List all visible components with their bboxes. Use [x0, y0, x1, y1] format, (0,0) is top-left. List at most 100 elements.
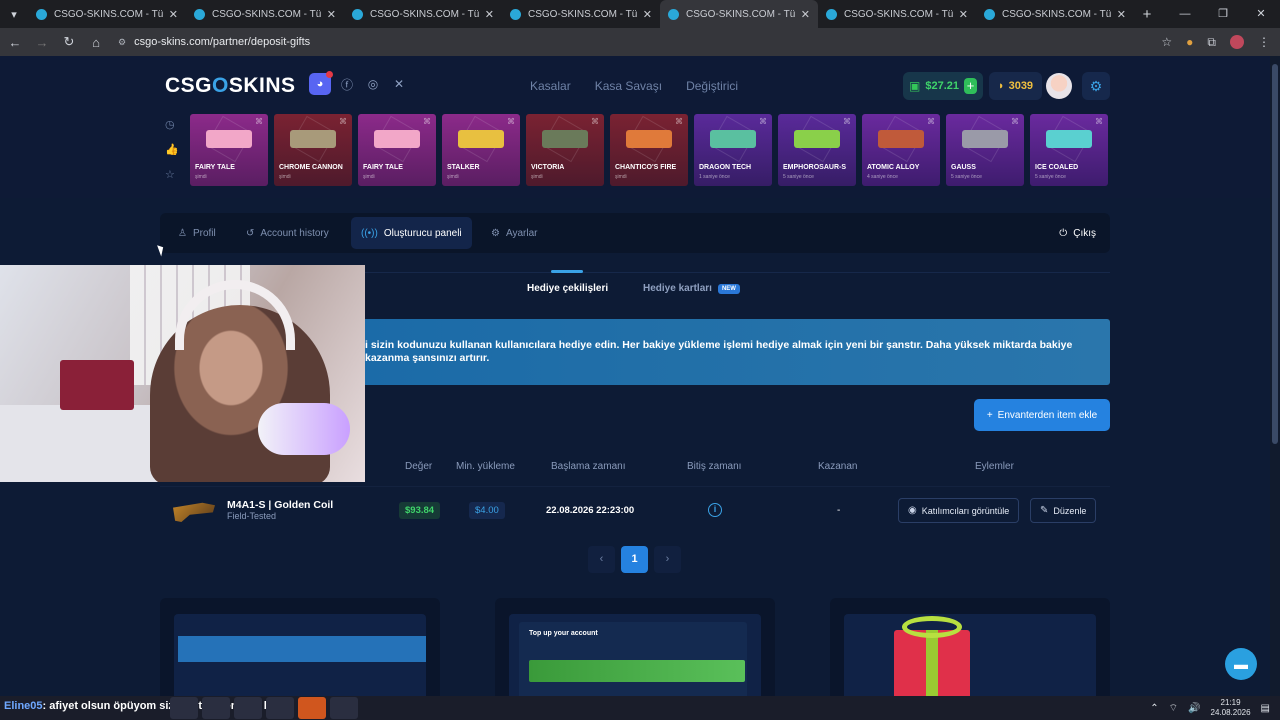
forward-icon[interactable]: →	[30, 35, 54, 50]
column-header-value: Değer	[405, 461, 433, 472]
tab-account-history[interactable]: ↺ Account history	[236, 217, 339, 249]
browser-tab[interactable]: CSGO-SKINS.COM - Türkiye'nin ✕	[660, 0, 818, 28]
scrollbar-thumb[interactable]	[1272, 64, 1278, 444]
taskbar-app[interactable]	[202, 697, 230, 719]
drop-time: şimdi	[615, 174, 627, 180]
instagram-icon[interactable]: ◎	[363, 74, 383, 94]
tab-search-icon[interactable]: ▾	[0, 0, 28, 28]
url-field[interactable]: ⚙ csgo-skins.com/partner/deposit-gifts	[118, 36, 310, 48]
taskbar-app[interactable]	[234, 697, 262, 719]
tab-profile[interactable]: ♙ Profil	[168, 217, 226, 249]
close-tab-icon[interactable]: ✕	[959, 8, 968, 21]
taskbar-app[interactable]	[170, 697, 198, 719]
browser-tab[interactable]: CSGO-SKINS.COM - Türkiye'nin ✕	[186, 0, 344, 28]
taskbar-clock[interactable]: 21:19 24.08.2026	[1211, 698, 1251, 718]
broadcast-icon: ((•))	[361, 227, 378, 239]
live-drop-card[interactable]: ⌘ STALKER şimdi	[442, 114, 520, 186]
column-header-start-time: Başlama zamanı	[551, 461, 626, 472]
browser-tab[interactable]: CSGO-SKINS.COM - Türkiye'nin ✕	[818, 0, 976, 28]
taskbar-app[interactable]	[298, 697, 326, 719]
page-scrollbar[interactable]	[1270, 56, 1280, 696]
tab-settings-label: Ayarlar	[505, 227, 538, 239]
close-tab-icon[interactable]: ✕	[327, 8, 336, 21]
settings-gear-button[interactable]: ⚙	[1082, 72, 1110, 100]
info-banner: i sizin kodunuzu kullanan kullanıcılara …	[320, 319, 1110, 385]
next-page-button[interactable]: ›	[654, 546, 681, 573]
back-icon[interactable]: ←	[3, 35, 27, 50]
network-icon[interactable]: ⌔	[1169, 702, 1178, 715]
restore-icon[interactable]: ❐	[1204, 0, 1242, 28]
live-drop-card[interactable]: ⌘ EMPHOROSAUR-S 5 saniye önce	[778, 114, 856, 186]
support-chat-button[interactable]: ▬	[1225, 648, 1257, 680]
live-drop-card[interactable]: ⌘ VICTORIA şimdi	[526, 114, 604, 186]
logout-button[interactable]: ⏻ Çıkış	[1049, 217, 1106, 249]
user-avatar[interactable]	[1046, 73, 1072, 99]
tray-chevron-icon[interactable]: ⌃	[1150, 703, 1158, 714]
edit-button[interactable]: ✎ Düzenle	[1030, 498, 1097, 523]
live-drop-card[interactable]: ⌘ CHROME CANNON şimdi	[274, 114, 352, 186]
live-drop-card[interactable]: ⌘ ICE COALED 5 saniye önce	[1030, 114, 1108, 186]
taskbar-app[interactable]	[266, 697, 294, 719]
site-info-icon[interactable]: ⚙	[118, 37, 126, 48]
live-drop-card[interactable]: ⌘ FAIRY TALE şimdi	[190, 114, 268, 186]
thumbs-up-icon[interactable]: 👍	[165, 143, 179, 156]
browser-profile-avatar[interactable]	[1230, 35, 1244, 49]
close-tab-icon[interactable]: ✕	[485, 8, 494, 21]
social-links: ◕ ⓕ ◎ ✕	[309, 71, 409, 95]
end-time-info-icon[interactable]: i	[708, 503, 722, 517]
star-icon[interactable]: ☆	[165, 168, 179, 181]
taskbar-app[interactable]	[330, 697, 358, 719]
nav-cases[interactable]: Kasalar	[530, 79, 571, 93]
browser-tab[interactable]: CSGO-SKINS.COM - Türkiye'nin ✕	[976, 0, 1134, 28]
live-drop-card[interactable]: ⌘ GAUSS 5 saniye önce	[946, 114, 1024, 186]
add-funds-button[interactable]: +	[964, 78, 977, 94]
drop-time: şimdi	[363, 174, 375, 180]
nav-case-battle[interactable]: Kasa Savaşı	[595, 79, 662, 93]
notifications-icon[interactable]: ▤	[1261, 703, 1270, 714]
live-drop-card[interactable]: ⌘ ATOMIC ALLOY 4 saniye önce	[862, 114, 940, 186]
nav-upgrader[interactable]: Değiştirici	[686, 79, 738, 93]
notification-dot	[326, 71, 333, 78]
site-logo[interactable]: CSGOSKINS	[165, 74, 296, 98]
close-tab-icon[interactable]: ✕	[643, 8, 652, 21]
extensions-puzzle-icon[interactable]: ⧉	[1207, 35, 1216, 50]
live-drop-card[interactable]: ⌘ DRAGON TECH 1 saniye önce	[694, 114, 772, 186]
browser-tab[interactable]: CSGO-SKINS.COM - Türkiye'nin ✕	[344, 0, 502, 28]
live-drop-card[interactable]: ⌘ CHANTICO'S FIRE şimdi	[610, 114, 688, 186]
balance-amount: $27.21	[925, 80, 959, 92]
discord-icon[interactable]: ◕	[309, 71, 333, 95]
home-icon[interactable]: ⌂	[84, 35, 108, 50]
balance-widget[interactable]: ▣ $27.21 +	[903, 72, 983, 100]
tab-settings[interactable]: ⚙ Ayarlar	[481, 217, 547, 249]
live-drop-card[interactable]: ⌘ FAIRY TALE şimdi	[358, 114, 436, 186]
page-1-button[interactable]: 1	[621, 546, 648, 573]
close-tab-icon[interactable]: ✕	[1117, 8, 1126, 21]
facebook-icon[interactable]: ⓕ	[337, 74, 357, 94]
extension-icon[interactable]: ●	[1186, 35, 1193, 49]
subtab-gift-giveaways[interactable]: Hediye çekilişleri	[527, 283, 608, 294]
subtab-gift-cards[interactable]: Hediye kartları NEW	[643, 283, 740, 294]
browser-tab[interactable]: CSGO-SKINS.COM - Türkiye'nin ✕	[28, 0, 186, 28]
coins-widget[interactable]: ◗ 3039	[989, 72, 1042, 100]
minimize-icon[interactable]: —	[1166, 0, 1204, 28]
view-participants-button[interactable]: ◉ Katılımcıları görüntüle	[898, 498, 1020, 523]
drop-case-icon: ⌘	[339, 117, 347, 126]
webcam-microphone	[258, 403, 350, 455]
preview-card-giveaways	[160, 598, 440, 696]
close-window-icon[interactable]: ✕	[1242, 0, 1280, 28]
drop-time: 1 saniye önce	[699, 174, 730, 180]
browser-menu-icon[interactable]: ⋮	[1258, 35, 1270, 49]
clock-icon[interactable]: ◷	[165, 118, 179, 131]
close-tab-icon[interactable]: ✕	[801, 8, 810, 21]
reload-icon[interactable]: ↻	[57, 34, 81, 50]
volume-icon[interactable]: 🔊	[1188, 703, 1200, 714]
browser-tab[interactable]: CSGO-SKINS.COM - Türkiye'nin ✕	[502, 0, 660, 28]
bookmark-star-icon[interactable]: ☆	[1161, 35, 1172, 49]
tab-creator-panel[interactable]: ((•)) Oluşturucu paneli	[351, 217, 472, 249]
add-from-inventory-button[interactable]: + Envanterden item ekle	[974, 399, 1110, 431]
browser-tab-title: CSGO-SKINS.COM - Türkiye'nin	[528, 8, 637, 20]
close-tab-icon[interactable]: ✕	[169, 8, 178, 21]
x-twitter-icon[interactable]: ✕	[389, 74, 409, 94]
new-tab-button[interactable]: +	[1134, 6, 1160, 23]
prev-page-button[interactable]: ‹	[588, 546, 615, 573]
